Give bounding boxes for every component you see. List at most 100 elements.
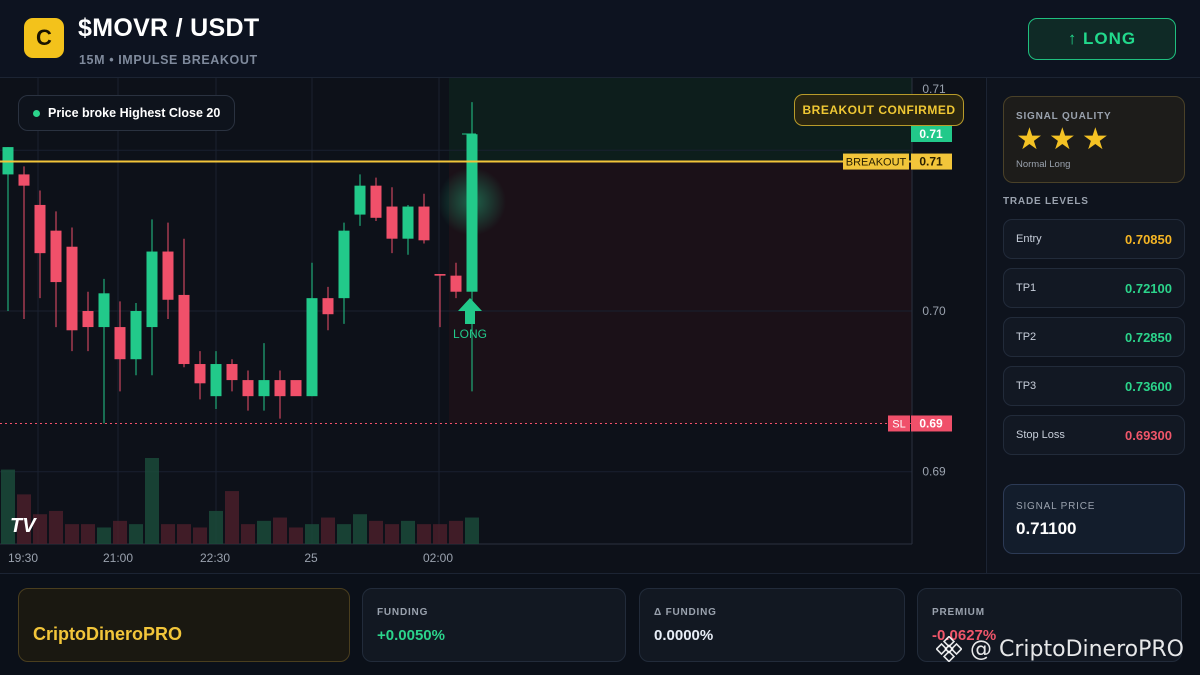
breakout-chip: Price broke Highest Close 20 xyxy=(18,95,236,131)
volume-bar xyxy=(97,527,111,544)
volume-bar xyxy=(273,517,287,544)
level-stop-loss: Stop Loss 0.69300 xyxy=(1003,415,1185,455)
candle-body xyxy=(306,298,318,397)
volume-bar xyxy=(81,524,95,544)
watermark-text: @ CriptoDineroPRO xyxy=(970,636,1184,662)
star-icon: ★ xyxy=(1016,123,1043,156)
brand-card: CriptoDineroPRO xyxy=(18,588,350,662)
x-tick-label: 21:00 xyxy=(103,551,133,565)
volume-bar xyxy=(225,491,239,544)
volume-bar xyxy=(385,524,399,544)
star-icon: ★ xyxy=(1048,123,1076,156)
delta-funding-title: Δ FUNDING xyxy=(654,607,717,618)
long-marker-label: LONG xyxy=(453,327,487,341)
candle-body xyxy=(82,311,94,328)
candlestick-chart[interactable]: 0.710.700.6919:30 21:00 22:30 25 02:000.71BR… xyxy=(0,78,985,573)
candle-body xyxy=(114,327,126,360)
volume-bar xyxy=(417,524,431,544)
level-tp3: TP3 0.73600 xyxy=(1003,366,1185,406)
header: C $MOVR / USDT 15M • IMPULSE BREAKOUT ↑ … xyxy=(0,0,1200,78)
funding-title: FUNDING xyxy=(377,607,429,618)
candle-body xyxy=(130,311,142,360)
volume-bar xyxy=(449,520,463,544)
volume-bar xyxy=(353,514,367,544)
level-tp1: TP1 0.72100 xyxy=(1003,268,1185,308)
x-tick-label: 19:30 xyxy=(8,551,38,565)
quality-note: Normal Long xyxy=(1016,159,1071,170)
price-chart[interactable]: 0.71 0.70 0.69 19:30 21:00 22:30 25 02:00 0.71 BR… xyxy=(0,78,985,573)
candle-body xyxy=(322,298,334,315)
candle-body xyxy=(466,134,478,292)
level-label: TP2 xyxy=(1016,331,1037,343)
volume-bar xyxy=(289,527,303,544)
pair-title: $MOVR / USDT xyxy=(78,14,260,42)
candle-body xyxy=(290,380,302,397)
volume-bar xyxy=(321,517,335,544)
delta-funding-card: Δ FUNDING 0.0000% xyxy=(639,588,905,662)
volume-bar xyxy=(241,524,255,544)
candle-body xyxy=(386,206,398,239)
volume-bar xyxy=(193,527,207,544)
candle-body xyxy=(418,206,430,241)
candle-body xyxy=(450,275,462,292)
volume-bar xyxy=(129,524,143,544)
candle-body xyxy=(18,174,30,186)
candle-body xyxy=(98,293,110,328)
candle-body xyxy=(354,185,366,215)
candle-body xyxy=(178,294,190,365)
signal-quality-title: SIGNAL QUALITY xyxy=(1016,111,1112,122)
candle-body xyxy=(258,380,270,397)
volume-bar xyxy=(209,510,223,544)
level-tp2: TP2 0.72850 xyxy=(1003,317,1185,357)
x-tick-label: 22:30 xyxy=(200,551,230,565)
volume-bar xyxy=(433,524,447,544)
breakout-value: 0.71 xyxy=(919,155,943,169)
breakout-tag-label: BREAKOUT xyxy=(846,157,907,169)
signal-quality-card: SIGNAL QUALITY ★ ★ ★ Normal Long xyxy=(1003,96,1185,183)
long-signal-button[interactable]: ↑ LONG xyxy=(1028,18,1176,60)
candle-body xyxy=(242,380,254,397)
signal-price-title: SIGNAL PRICE xyxy=(1016,501,1096,512)
y-tick-label: 0.70 xyxy=(922,304,946,318)
volume-bar xyxy=(465,517,479,544)
x-tick-label: 02:00 xyxy=(423,551,453,565)
premium-title: PREMIUM xyxy=(932,607,985,618)
candle-body xyxy=(50,230,62,283)
rating-stars: ★ ★ ★ xyxy=(1016,125,1109,155)
candle-body xyxy=(194,364,206,384)
level-value: 0.72100 xyxy=(1125,280,1172,296)
candle-body xyxy=(434,274,446,276)
last-price-value: 0.71 xyxy=(919,127,943,141)
breakout-confirmed-badge: BREAKOUT CONFIRMED xyxy=(794,94,964,126)
level-label: TP1 xyxy=(1016,282,1037,294)
status-dot-icon xyxy=(33,109,40,117)
x-tick-label: 25 xyxy=(304,551,318,565)
level-value: 0.70850 xyxy=(1125,231,1172,247)
volume-bar xyxy=(305,524,319,544)
brand-name: CriptoDineroPRO xyxy=(33,624,183,644)
delta-funding-value: 0.0000% xyxy=(654,627,714,644)
candle-body xyxy=(402,206,414,239)
trade-levels-title: TRADE LEVELS xyxy=(1003,196,1089,207)
candle-body xyxy=(370,185,382,218)
volume-bar xyxy=(177,524,191,544)
signal-price-card: SIGNAL PRICE 0.71100 xyxy=(1003,484,1185,554)
funding-card: FUNDING +0.0050% xyxy=(362,588,626,662)
sl-tag-label: SL xyxy=(892,418,905,430)
candle-body xyxy=(274,380,286,397)
risk-zone xyxy=(449,161,912,424)
level-label: Stop Loss xyxy=(1016,429,1065,441)
funding-value: +0.0050% xyxy=(377,627,445,644)
volume-bar xyxy=(337,524,351,544)
breakout-chip-text: Price broke Highest Close 20 xyxy=(48,106,221,120)
volume-bar xyxy=(145,458,159,544)
pair-subtitle: 15M • IMPULSE BREAKOUT xyxy=(79,53,258,67)
candle-body xyxy=(146,251,158,328)
watermark: @ CriptoDineroPRO xyxy=(936,636,1184,662)
level-entry: Entry 0.70850 xyxy=(1003,219,1185,259)
candle-body xyxy=(162,251,174,300)
signal-panel: SIGNAL QUALITY ★ ★ ★ Normal Long TRADE L… xyxy=(986,78,1200,573)
y-tick-label: 0.69 xyxy=(922,465,946,479)
binance-icon xyxy=(936,636,962,662)
star-icon: ★ xyxy=(1081,123,1109,156)
